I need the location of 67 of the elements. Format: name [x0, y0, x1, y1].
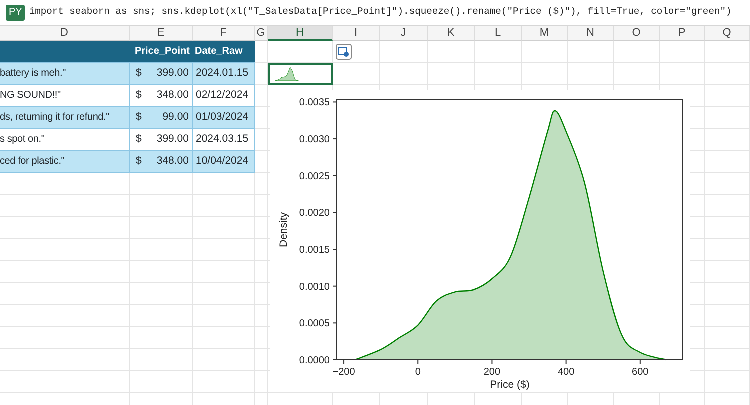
y-tick: [332, 249, 338, 250]
column-header[interactable]: P: [660, 26, 705, 41]
table-cell: battery is meh.": [0, 63, 130, 84]
y-tick: [332, 212, 338, 214]
table-cell: 2024.01.15: [193, 63, 255, 84]
column-header[interactable]: L: [475, 26, 522, 41]
x-tick-label: 200: [484, 367, 501, 378]
y-tick-label: 0.0025: [299, 171, 330, 182]
x-tick: [344, 360, 345, 364]
formula-text[interactable]: import seaborn as sns; sns.kdeplot(xl("T_SalesData[Price_Point]").squeeze().rename("Price ($)"), fill=True, color="green"): [29, 5, 732, 20]
x-tick: [640, 360, 641, 364]
x-tick-label: 0: [415, 367, 421, 378]
x-axis-label: Price ($): [490, 379, 530, 391]
table-cell: 10/04/2024: [193, 151, 255, 172]
column-header[interactable]: J: [380, 26, 428, 41]
y-tick: [332, 138, 338, 140]
table-cell: 01/03/2024: [193, 107, 255, 128]
table-cell: ced for plastic.": [0, 151, 130, 172]
table-cell: 02/12/2024: [193, 85, 255, 106]
column-heading: Date_Raw: [193, 41, 255, 62]
y-axis-label: Density: [278, 212, 290, 248]
currency-symbol: $: [136, 132, 142, 147]
column-header[interactable]: F: [193, 26, 255, 41]
amount-text: 399.00: [156, 66, 189, 81]
y-tick-label: 0.0005: [299, 318, 330, 330]
image-icon[interactable]: [336, 44, 352, 60]
table-cell: ds, returning it for refund.": [0, 107, 130, 128]
x-tick: [492, 360, 493, 364]
currency-symbol: $: [136, 88, 142, 103]
x-tick: [566, 360, 567, 364]
y-tick-label: 0.0000: [299, 356, 330, 366]
y-tick: [332, 286, 338, 287]
python-badge[interactable]: PY: [6, 4, 26, 20]
column-header[interactable]: E: [130, 26, 193, 41]
table-cell: 2024.03.15: [193, 129, 255, 150]
amount-text: 348.00: [156, 154, 189, 169]
x-tick-label: 600: [632, 367, 649, 378]
python-output-cell[interactable]: [268, 63, 333, 85]
column-header[interactable]: K: [428, 26, 475, 41]
column-header[interactable]: D: [0, 26, 130, 41]
y-tick: [332, 322, 338, 324]
currency-symbol: $: [136, 110, 142, 125]
column-header[interactable]: O: [614, 26, 660, 41]
column-header[interactable]: I: [333, 26, 380, 41]
y-tick-label: 0.0015: [299, 245, 330, 256]
y-tick-label: 0.0010: [299, 282, 330, 293]
x-tick-label: 400: [558, 367, 575, 378]
x-tick: [418, 360, 419, 364]
y-tick: [332, 175, 338, 176]
amount-text: 348.00: [156, 88, 189, 103]
table-cell: NG SOUND!!": [0, 85, 130, 106]
column-header[interactable]: Q: [705, 26, 750, 41]
column-header[interactable]: H: [268, 26, 333, 41]
column-header[interactable]: G: [255, 26, 268, 41]
currency-symbol: $: [136, 154, 142, 169]
y-tick-label: 0.0020: [299, 208, 330, 220]
table-cell: s spot on.": [0, 129, 130, 150]
column-heading: Price_Point: [130, 41, 193, 62]
currency-symbol: $: [136, 66, 142, 81]
y-tick: [332, 102, 338, 103]
y-tick-label: 0.0035: [299, 98, 330, 109]
x-tick-label: −200: [332, 367, 356, 378]
amount-text: 399.00: [156, 132, 189, 147]
column-header[interactable]: M: [522, 26, 568, 41]
amount-text: 99.00: [162, 110, 189, 125]
column-header[interactable]: N: [568, 26, 614, 41]
y-tick-label: 0.0030: [299, 134, 330, 146]
